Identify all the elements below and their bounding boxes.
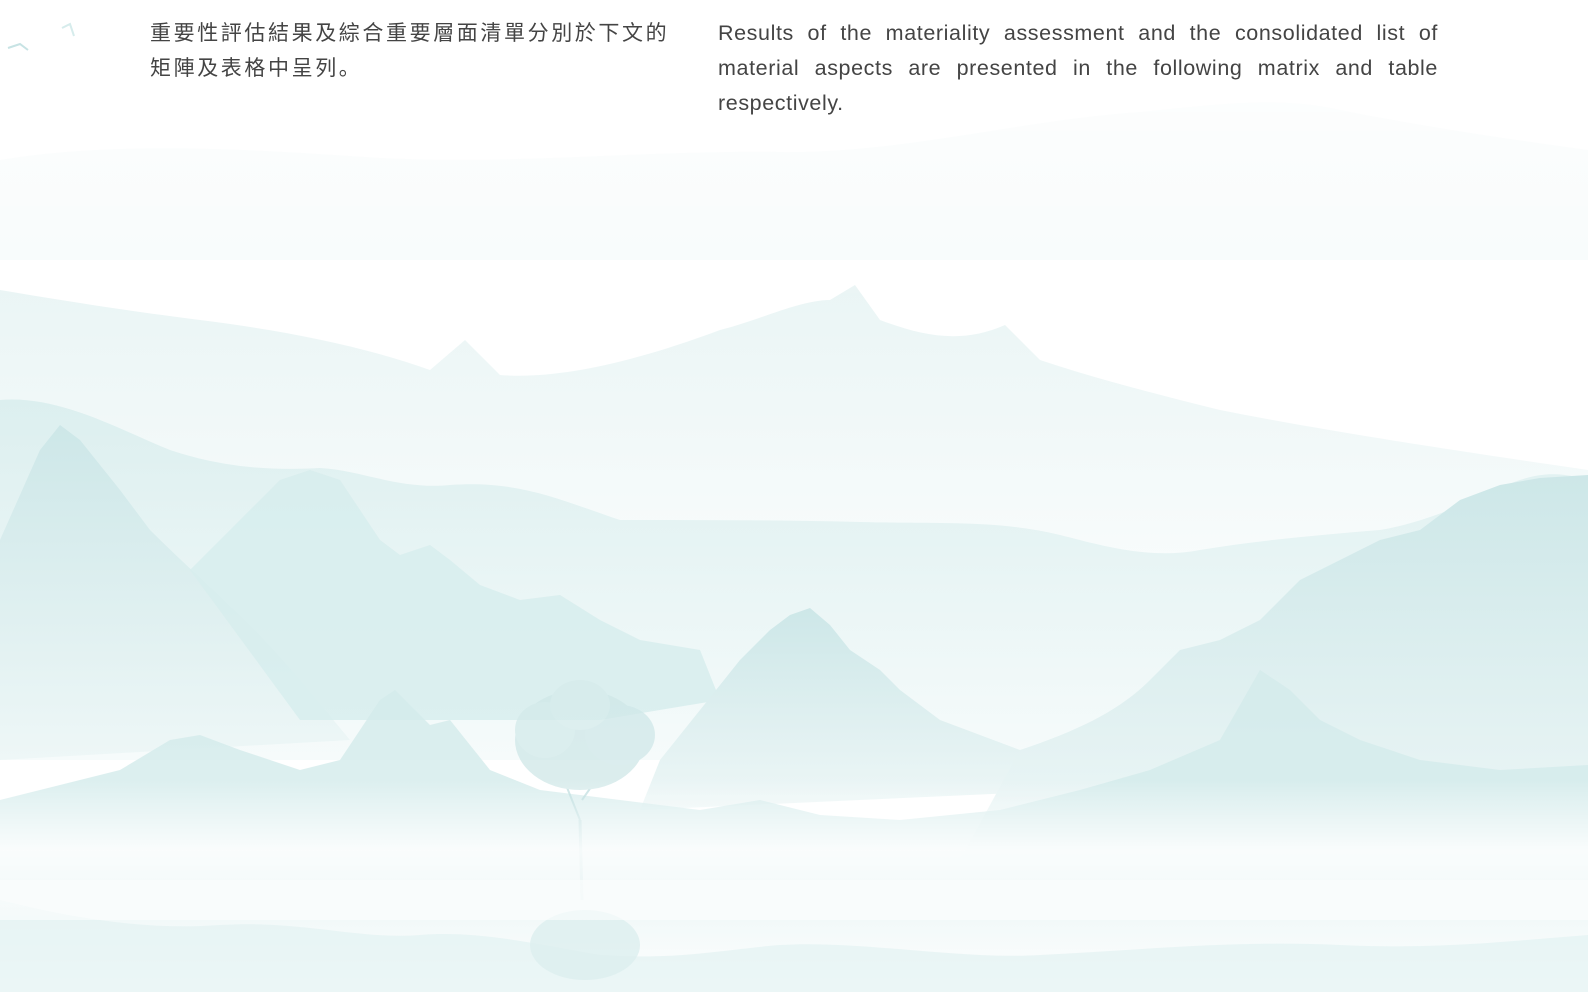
bottom-mist xyxy=(0,780,1588,920)
document-page: 重要性評估結果及綜合重要層面清單分別於下文的矩陣及表格中呈列。 Results … xyxy=(0,0,1588,992)
paragraph-chinese: 重要性評估結果及綜合重要層面清單分別於下文的矩陣及表格中呈列。 xyxy=(150,21,670,80)
tree-reflection xyxy=(530,910,640,980)
paragraph-english: Results of the materiality assessment an… xyxy=(718,21,1438,115)
mountain-landscape-illustration xyxy=(0,0,1588,992)
